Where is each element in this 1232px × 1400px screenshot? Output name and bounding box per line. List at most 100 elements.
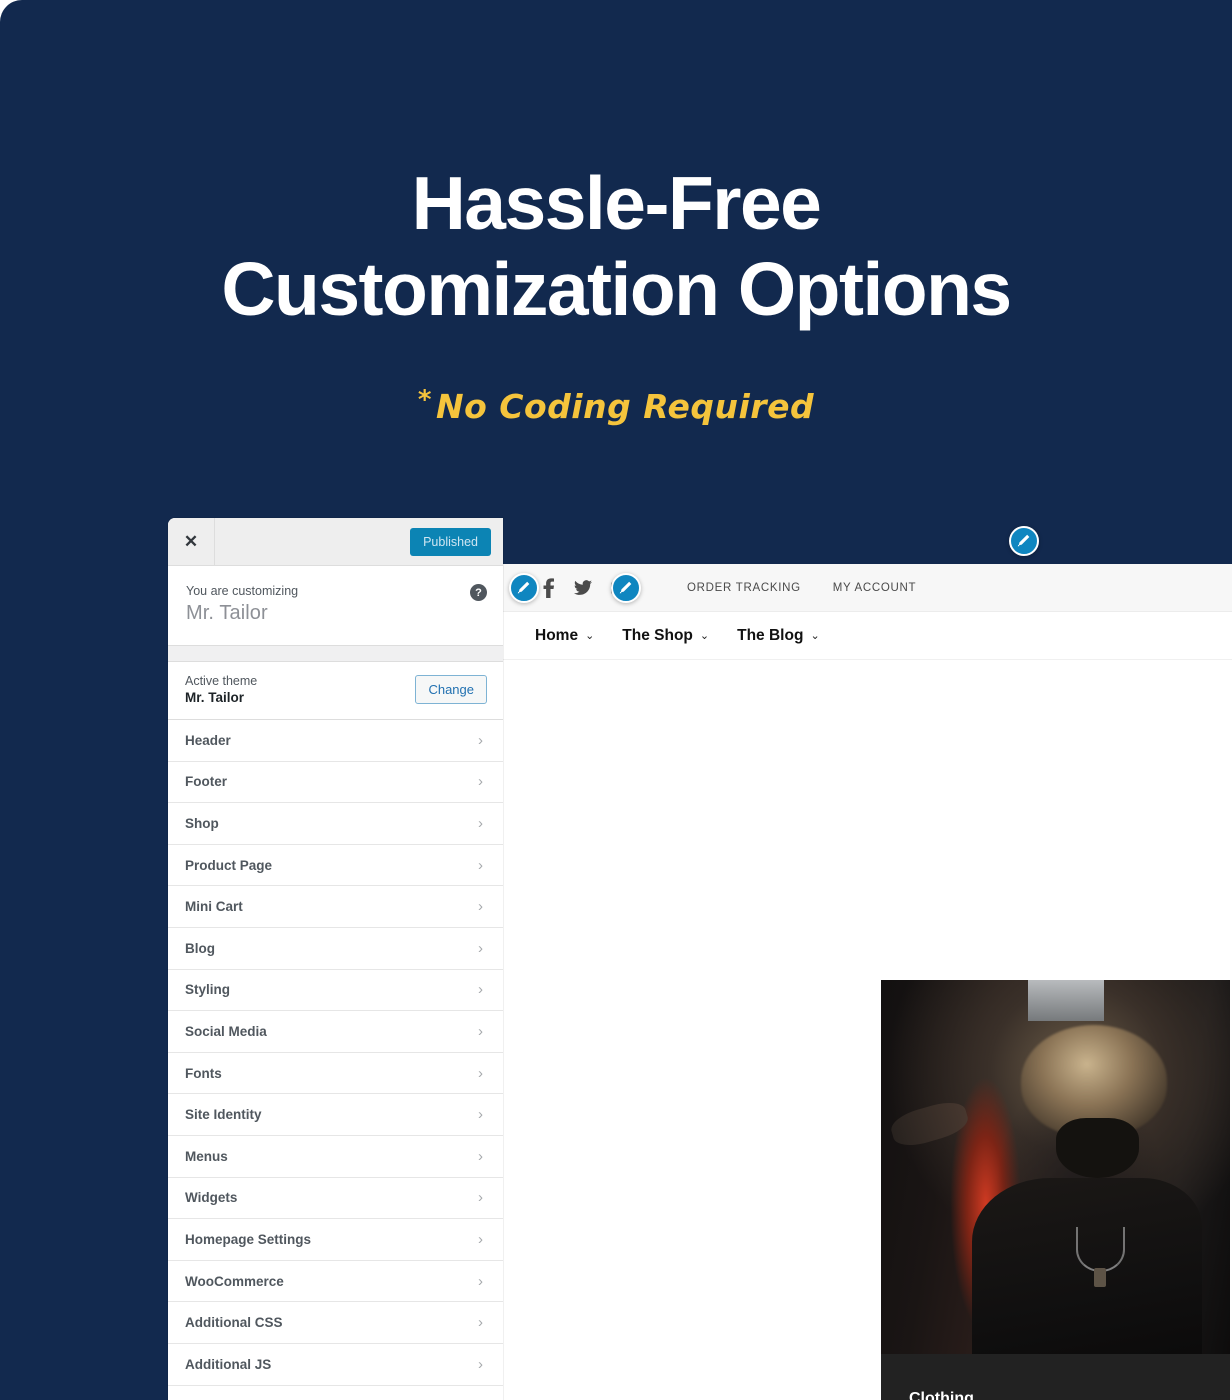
edit-pencil-icon-social[interactable] xyxy=(509,573,539,603)
sidebar-item-blog[interactable]: Blog › xyxy=(168,928,503,970)
chevron-down-icon: ⌄ xyxy=(699,630,710,642)
nav-item-the-blog[interactable]: The Blog ⌄ xyxy=(737,627,820,645)
sidebar-item-woocommerce[interactable]: WooCommerce › xyxy=(168,1261,503,1303)
active-theme-text: Active theme Mr. Tailor xyxy=(185,674,257,705)
sidebar-item-label: Styling xyxy=(185,982,231,998)
chevron-right-icon: › xyxy=(478,981,483,999)
chevron-right-icon: › xyxy=(478,1022,483,1040)
sidebar-item-menus[interactable]: Menus › xyxy=(168,1136,503,1178)
sidebar-item-styling[interactable]: Styling › xyxy=(168,970,503,1012)
chevron-right-icon: › xyxy=(478,1314,483,1332)
nav-label: Home xyxy=(535,626,579,644)
chevron-right-icon: › xyxy=(478,856,483,874)
chevron-right-icon: › xyxy=(478,1064,483,1082)
active-theme-row: Active theme Mr. Tailor Change xyxy=(168,662,503,720)
sidebar-item-product-page[interactable]: Product Page › xyxy=(168,845,503,887)
site-preview: Get 15% off your next order using the OR… xyxy=(503,518,1232,1400)
page-title: Hassle-Free Customization Options xyxy=(0,160,1232,333)
sidebar-item-label: Social Media xyxy=(185,1023,267,1039)
close-icon[interactable]: ✕ xyxy=(168,518,215,565)
customizing-header: You are customizing Mr. Tailor ? xyxy=(168,566,503,646)
sidebar-item-label: Blog xyxy=(185,940,215,956)
sidebar-item-additional-js[interactable]: Additional JS › xyxy=(168,1344,503,1386)
sidebar-item-social-media[interactable]: Social Media › xyxy=(168,1011,503,1053)
help-icon[interactable]: ? xyxy=(470,584,487,601)
sidebar-item-label: Additional CSS xyxy=(185,1315,283,1331)
chevron-right-icon: › xyxy=(478,1272,483,1290)
sidebar-item-additional-css[interactable]: Additional CSS › xyxy=(168,1302,503,1344)
sidebar-item-label: Menus xyxy=(185,1148,228,1164)
nav-item-the-shop[interactable]: The Shop ⌄ xyxy=(622,627,709,645)
nav-label: The Shop xyxy=(622,626,693,644)
category-label: Clothing xyxy=(909,1390,974,1400)
sidebar-item-label: Site Identity xyxy=(185,1107,262,1123)
sidebar-item-mini-cart[interactable]: Mini Cart › xyxy=(168,886,503,928)
hero-subtitle-text: No Coding Required xyxy=(436,386,815,426)
sidebar-item-label: Additional JS xyxy=(185,1356,272,1372)
sidebar-item-label: Homepage Settings xyxy=(185,1231,312,1247)
customizing-site-name: Mr. Tailor xyxy=(186,602,268,624)
sidebar-item-label: Header xyxy=(185,732,231,748)
hero-title-line-2: Customization Options xyxy=(221,247,1012,332)
sidebar-item-label: WooCommerce xyxy=(185,1273,284,1289)
customizer-topbar: ✕ Published xyxy=(168,518,503,566)
link-order-tracking[interactable]: ORDER TRACKING xyxy=(687,582,801,594)
sidebar-item-fonts[interactable]: Fonts › xyxy=(168,1053,503,1095)
category-image-clothing xyxy=(881,980,1230,1354)
sidebar-item-label: Widgets xyxy=(185,1190,238,1206)
category-caption-clothing: Clothing xyxy=(881,1354,1230,1400)
photo-window xyxy=(1027,980,1105,1022)
facebook-icon[interactable] xyxy=(543,577,555,598)
sidebar-item-label: Footer xyxy=(185,774,227,790)
sidebar-item-footer[interactable]: Footer › xyxy=(168,762,503,804)
publish-button[interactable]: Published xyxy=(410,527,491,556)
chevron-right-icon: › xyxy=(478,814,483,832)
main-nav: Home ⌄ The Shop ⌄ The Blog ⌄ xyxy=(535,627,820,645)
chevron-right-icon: › xyxy=(478,939,483,957)
chevron-right-icon: › xyxy=(478,898,483,916)
chevron-right-icon: › xyxy=(478,1189,483,1207)
photo-face-mask xyxy=(1055,1118,1140,1179)
nav-label: The Blog xyxy=(737,626,804,644)
promo-bar: Get 15% off your next order using the xyxy=(503,518,1232,564)
photo-skateboard xyxy=(888,1097,972,1151)
chevron-right-icon: › xyxy=(478,1355,483,1373)
nav-item-home[interactable]: Home ⌄ xyxy=(535,627,594,645)
category-card-clothing[interactable]: Clothing xyxy=(881,980,1230,1400)
active-theme-name: Mr. Tailor xyxy=(185,690,245,705)
change-theme-button[interactable]: Change xyxy=(415,675,487,704)
sidebar-item-label: Fonts xyxy=(185,1065,222,1081)
breadcrumb: Hom xyxy=(503,660,1232,706)
customizer-section-list: Header › Footer › Shop › Product Page › … xyxy=(168,720,503,1386)
promo-slide: Hassle-Free Customization Options * No Co… xyxy=(0,0,1232,1400)
chevron-right-icon: › xyxy=(478,1106,483,1124)
chevron-right-icon: › xyxy=(478,731,483,749)
sidebar-item-label: Product Page xyxy=(185,857,273,873)
main-navigation-bar: Home ⌄ The Shop ⌄ The Blog ⌄ MR xyxy=(503,612,1232,660)
sidebar-item-site-identity[interactable]: Site Identity › xyxy=(168,1094,503,1136)
active-theme-label: Active theme xyxy=(185,674,258,688)
photo-pendant xyxy=(1093,1267,1106,1287)
edit-pencil-icon-promo[interactable] xyxy=(1009,526,1039,556)
sidebar-item-shop[interactable]: Shop › xyxy=(168,803,503,845)
photo-street-portrait xyxy=(881,980,1230,1354)
photo-necklace xyxy=(1076,1226,1126,1272)
utility-links: ORDER TRACKING MY ACCOUNT xyxy=(687,582,916,594)
panel-divider xyxy=(168,646,503,662)
twitter-icon[interactable] xyxy=(574,579,592,596)
edit-pencil-icon-menu[interactable] xyxy=(611,573,641,603)
chevron-right-icon: › xyxy=(478,1147,483,1165)
sidebar-item-label: Shop xyxy=(185,815,219,831)
link-my-account[interactable]: MY ACCOUNT xyxy=(833,582,916,594)
sidebar-item-widgets[interactable]: Widgets › xyxy=(168,1178,503,1220)
hero-subtitle: * No Coding Required xyxy=(0,385,1232,426)
asterisk-icon: * xyxy=(417,384,433,415)
sidebar-item-header[interactable]: Header › xyxy=(168,720,503,762)
wp-customizer-panel: ✕ Published You are customizing Mr. Tail… xyxy=(168,518,503,1400)
chevron-right-icon: › xyxy=(478,773,483,791)
chevron-down-icon: ⌄ xyxy=(585,630,595,642)
sidebar-item-homepage-settings[interactable]: Homepage Settings › xyxy=(168,1219,503,1261)
shop-page-title: The xyxy=(503,718,1232,773)
chevron-right-icon: › xyxy=(478,1230,483,1248)
